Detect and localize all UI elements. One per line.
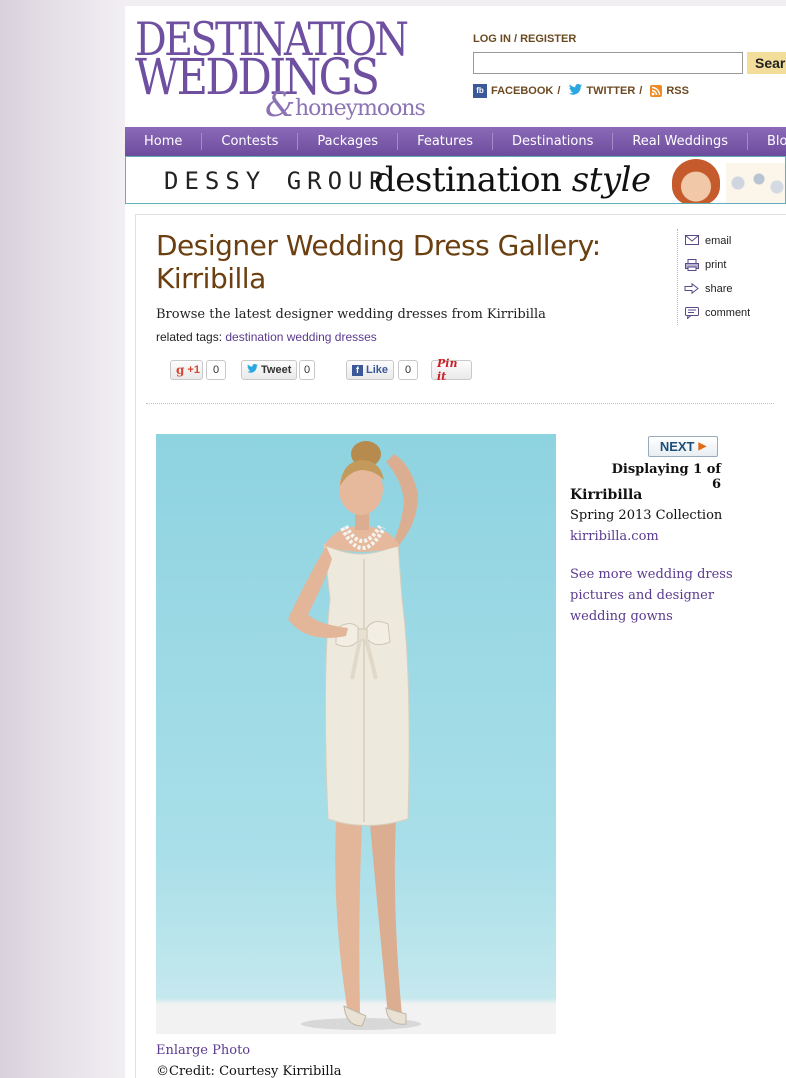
login-link[interactable]: LOG IN xyxy=(473,33,511,45)
nav-item-features[interactable]: Features xyxy=(398,133,493,150)
banner-model-image xyxy=(672,159,720,203)
designer-name: Kirribilla xyxy=(570,487,643,503)
search-input[interactable] xyxy=(473,52,743,74)
social-share-row: g +1 0 Tweet 0 f Like 0 Pin it xyxy=(170,357,570,383)
auth-links: LOG IN / REGISTER xyxy=(473,33,576,45)
register-link[interactable]: REGISTER xyxy=(520,33,576,45)
comment-icon xyxy=(684,307,699,320)
content-divider xyxy=(146,403,774,404)
twitter-sep: / xyxy=(639,85,643,97)
next-label: NEXT xyxy=(659,439,695,454)
google-plus-label: +1 xyxy=(187,364,200,376)
share-tool[interactable]: share xyxy=(684,277,786,301)
twitter-link[interactable]: TWITTER / xyxy=(568,84,642,98)
article-tools: email print share comment xyxy=(677,229,786,325)
facebook-label: FACEBOOK xyxy=(491,85,554,97)
auth-separator: / xyxy=(510,33,521,45)
enlarge-photo-link[interactable]: Enlarge Photo xyxy=(156,1043,250,1058)
facebook-like-button[interactable]: f Like xyxy=(346,360,394,380)
facebook-like-icon: f xyxy=(352,364,363,376)
facebook-sep: / xyxy=(557,85,561,97)
nav-item-contests[interactable]: Contests xyxy=(202,133,299,150)
gallery-photo[interactable] xyxy=(156,434,556,1034)
envelope-icon xyxy=(684,235,699,247)
article-content: Designer Wedding Dress Gallery: Kirribil… xyxy=(135,214,786,1078)
facebook-like-label: Like xyxy=(365,364,388,376)
banner-jewelry-image xyxy=(726,163,785,203)
comment-tool[interactable]: comment xyxy=(684,301,786,325)
tweet-count: 0 xyxy=(299,360,315,380)
banner-tagline: destination style xyxy=(374,161,651,199)
tag-link[interactable]: destination wedding dresses xyxy=(225,330,376,344)
logo-honeymoons: honeymoons xyxy=(295,96,426,121)
related-tags-label: related tags: xyxy=(156,330,226,344)
nav-item-real-weddings[interactable]: Real Weddings xyxy=(613,133,748,150)
pinterest-button[interactable]: Pin it xyxy=(431,357,472,383)
nav-item-destinations[interactable]: Destinations xyxy=(493,133,614,150)
next-arrow-icon: ▶ xyxy=(698,441,707,452)
page: DESTINATION WEDDINGS & honeymoons LOG IN… xyxy=(125,6,786,1078)
email-tool[interactable]: email xyxy=(684,229,786,253)
dress-model-illustration xyxy=(288,441,421,1030)
share-label: share xyxy=(705,283,733,295)
print-tool[interactable]: print xyxy=(684,253,786,277)
site-logo[interactable]: DESTINATION WEDDINGS & honeymoons xyxy=(135,16,445,126)
more-dresses-link[interactable]: See more wedding dress pictures and desi… xyxy=(570,564,740,627)
designer-website-link[interactable]: kirribilla.com xyxy=(570,529,659,544)
article-lede: Browse the latest designer wedding dress… xyxy=(156,307,546,322)
google-plus-icon: g xyxy=(176,363,185,377)
rss-icon xyxy=(650,85,663,97)
collection-name: Spring 2013 Collection xyxy=(570,508,723,523)
logo-line-weddings: WEDDINGS xyxy=(135,48,380,106)
banner-tagline-italic: style xyxy=(571,160,651,200)
printer-icon xyxy=(684,259,699,271)
email-label: email xyxy=(705,235,732,247)
banner-brand: DESSY GROUP xyxy=(164,167,389,195)
social-links: fb FACEBOOK / TWITTER / RSS xyxy=(473,84,693,98)
print-label: print xyxy=(705,259,727,271)
banner-tagline-main: destination xyxy=(374,160,572,200)
tweet-label: Tweet xyxy=(261,364,292,376)
page-title: Designer Wedding Dress Gallery: Kirribil… xyxy=(156,229,601,295)
facebook-icon: fb xyxy=(473,84,487,98)
facebook-like-count: 0 xyxy=(398,360,418,380)
twitter-bird-icon xyxy=(247,364,258,376)
google-plus-count: 0 xyxy=(206,360,226,380)
related-tags: related tags: destination wedding dresse… xyxy=(156,330,377,344)
nav-item-blog[interactable]: Blog xyxy=(748,133,786,150)
rss-label: RSS xyxy=(666,85,689,97)
facebook-link[interactable]: fb FACEBOOK / xyxy=(473,84,560,98)
google-plus-button[interactable]: g +1 xyxy=(170,360,203,380)
search-button[interactable]: Search xyxy=(747,52,786,74)
next-button[interactable]: NEXT ▶ xyxy=(648,436,718,457)
nav-item-packages[interactable]: Packages xyxy=(298,133,399,150)
rss-link[interactable]: RSS xyxy=(650,85,689,97)
main-nav: Home Contests Packages Features Destinat… xyxy=(125,127,786,156)
share-arrow-icon xyxy=(684,282,699,295)
twitter-icon xyxy=(568,84,582,98)
comment-label: comment xyxy=(705,307,751,319)
photo-credit: ©Credit: Courtesy Kirribilla xyxy=(156,1064,342,1078)
banner-ad[interactable]: DESSY GROUP destination style xyxy=(125,156,786,204)
pinterest-label: Pin it xyxy=(437,357,458,383)
logo-ampersand: & xyxy=(265,85,296,125)
twitter-label: TWITTER xyxy=(586,85,636,97)
tweet-button[interactable]: Tweet xyxy=(241,360,297,380)
nav-item-home[interactable]: Home xyxy=(125,133,203,150)
